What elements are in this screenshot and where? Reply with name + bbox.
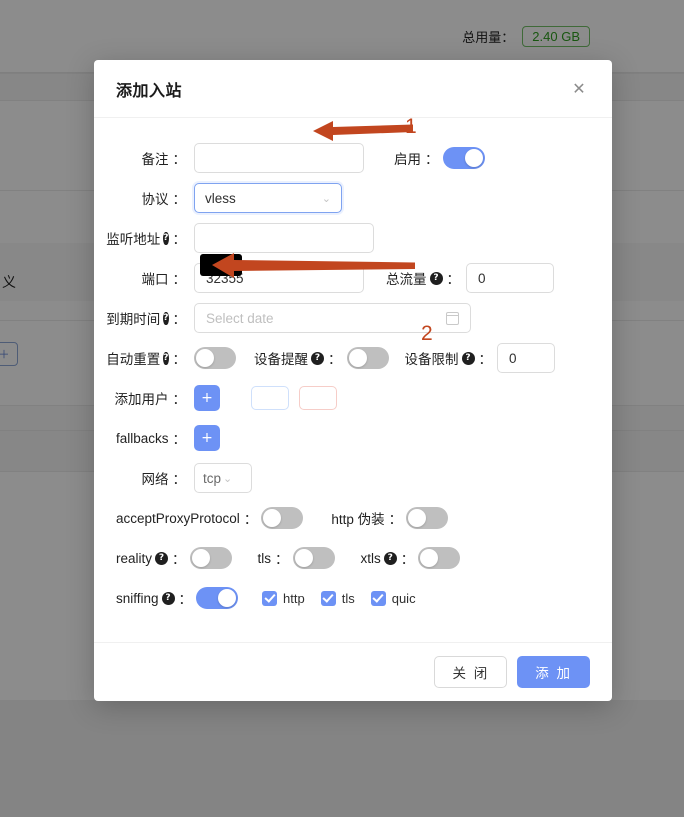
sniff-quic-checkbox[interactable] xyxy=(370,590,386,606)
row-expiry: 到期时间 ?： Select date xyxy=(106,298,590,338)
sniff-quic-checkbox-wrap[interactable]: quic xyxy=(370,590,416,606)
modal-footer: 关 闭 添 加 xyxy=(94,642,612,701)
network-select[interactable]: tcp ⌄ xyxy=(194,463,252,493)
chevron-down-icon: ⌄ xyxy=(321,191,331,205)
accept-proxy-protocol-label: acceptProxyProtocol： xyxy=(116,510,258,528)
protocol-select[interactable]: vless ⌄ xyxy=(194,183,342,213)
port-label: 端口： xyxy=(141,272,187,287)
reality-label: reality ?： xyxy=(116,550,186,568)
row-reality: reality ?： tls： xtls ?： xyxy=(116,538,590,578)
annotation-number-2: 2 xyxy=(421,322,433,345)
toggle-knob xyxy=(408,509,427,527)
sniffing-label: sniffing ?： xyxy=(116,590,193,608)
remark-label: 备注： xyxy=(141,152,187,167)
device-limit-input[interactable]: 0 xyxy=(497,343,555,373)
row-add-user: 添加用户： + xyxy=(114,378,590,418)
add-user-secondary-button[interactable] xyxy=(251,386,289,410)
add-inbound-modal: 添加入站 ✕ 备注： 启用： 协议： vless ⌄ 监听地址 ? ： 端口 ：… xyxy=(94,60,612,701)
close-button[interactable]: 关 闭 xyxy=(434,656,508,688)
toggle-knob xyxy=(196,349,214,367)
chevron-down-icon: ⌄ xyxy=(223,471,233,485)
submit-button[interactable]: 添 加 xyxy=(517,656,590,688)
row-accept-proxy-protocol: acceptProxyProtocol： http 伪装： xyxy=(116,498,590,538)
row-auto-reset: 自动重置 ?： 设备提醒 ?： 设备限制 ?： 0 xyxy=(106,338,590,378)
help-icon[interactable]: ? xyxy=(383,551,397,565)
help-icon[interactable]: ? xyxy=(163,311,169,325)
sniff-http-checkbox[interactable] xyxy=(262,590,278,606)
xtls-toggle[interactable] xyxy=(418,547,461,569)
row-protocol: 协议： vless ⌄ xyxy=(116,178,590,218)
close-icon[interactable]: ✕ xyxy=(568,78,590,100)
help-icon[interactable]: ? xyxy=(155,551,169,565)
modal-body: 备注： 启用： 协议： vless ⌄ 监听地址 ?： 端口 ： 32355 总… xyxy=(94,115,612,642)
http-disguise-toggle[interactable] xyxy=(406,507,449,529)
auto-reset-toggle[interactable] xyxy=(194,347,236,369)
help-icon[interactable]: ? xyxy=(311,351,324,365)
add-user-button[interactable]: + xyxy=(194,385,220,411)
toggle-knob xyxy=(348,349,367,367)
calendar-icon xyxy=(445,311,460,325)
row-sniffing: sniffing ?： http tls quic xyxy=(116,578,590,618)
toggle-knob xyxy=(263,509,282,527)
row-network: 网络： tcp ⌄ xyxy=(116,458,590,498)
expiry-placeholder: Select date xyxy=(206,310,274,326)
sniff-tls-checkbox-wrap[interactable]: tls xyxy=(320,590,355,606)
tls-label: tls： xyxy=(257,550,289,568)
toggle-knob xyxy=(420,549,439,567)
tls-toggle[interactable] xyxy=(292,547,335,569)
listen-address-label: 监听地址 ?： xyxy=(106,231,186,247)
sniff-quic-label: quic xyxy=(391,590,416,606)
device-alert-label: 设备提醒 ?： xyxy=(254,351,342,367)
protocol-value: vless xyxy=(205,190,236,206)
help-icon[interactable]: ? xyxy=(163,231,169,245)
sniff-http-checkbox-wrap[interactable]: http xyxy=(262,590,305,606)
add-fallback-button[interactable]: + xyxy=(194,425,220,451)
device-limit-label: 设备限制 ?： xyxy=(404,351,492,367)
accept-proxy-protocol-toggle[interactable] xyxy=(261,507,304,529)
help-icon[interactable]: ? xyxy=(461,351,475,365)
sniff-tls-checkbox[interactable] xyxy=(320,590,336,606)
network-value: tcp xyxy=(203,470,222,486)
row-fallbacks: fallbacks： + xyxy=(116,418,590,458)
toggle-knob xyxy=(464,149,483,167)
toggle-knob xyxy=(294,549,313,567)
device-alert-toggle[interactable] xyxy=(346,347,389,369)
enable-label: 启用： xyxy=(394,152,439,167)
help-icon[interactable]: ? xyxy=(163,351,169,365)
annotation-number-1: 1 xyxy=(405,115,417,138)
annotation-arrow-2 xyxy=(212,253,415,278)
enable-toggle[interactable] xyxy=(442,147,485,169)
xtls-label: xtls ?： xyxy=(360,550,415,568)
http-disguise-label: http 伪装： xyxy=(331,512,403,527)
expiry-label: 到期时间 ?： xyxy=(106,311,186,327)
add-user-delete-button[interactable] xyxy=(299,386,337,410)
help-icon[interactable]: ? xyxy=(161,591,175,605)
toggle-knob xyxy=(191,549,210,567)
total-flow-input[interactable]: 0 xyxy=(466,263,554,293)
sniffing-toggle[interactable] xyxy=(196,587,239,609)
toggle-knob xyxy=(218,589,237,607)
network-label: 网络： xyxy=(141,472,187,487)
add-user-label: 添加用户： xyxy=(114,392,187,407)
page-title: 添加入站 xyxy=(116,82,183,100)
fallbacks-label: fallbacks： xyxy=(115,430,186,448)
protocol-label: 协议： xyxy=(141,192,187,207)
sniff-tls-label: tls xyxy=(341,590,355,606)
sniff-http-label: http xyxy=(283,590,305,606)
auto-reset-label: 自动重置 ?： xyxy=(106,351,186,367)
reality-toggle[interactable] xyxy=(189,547,232,569)
